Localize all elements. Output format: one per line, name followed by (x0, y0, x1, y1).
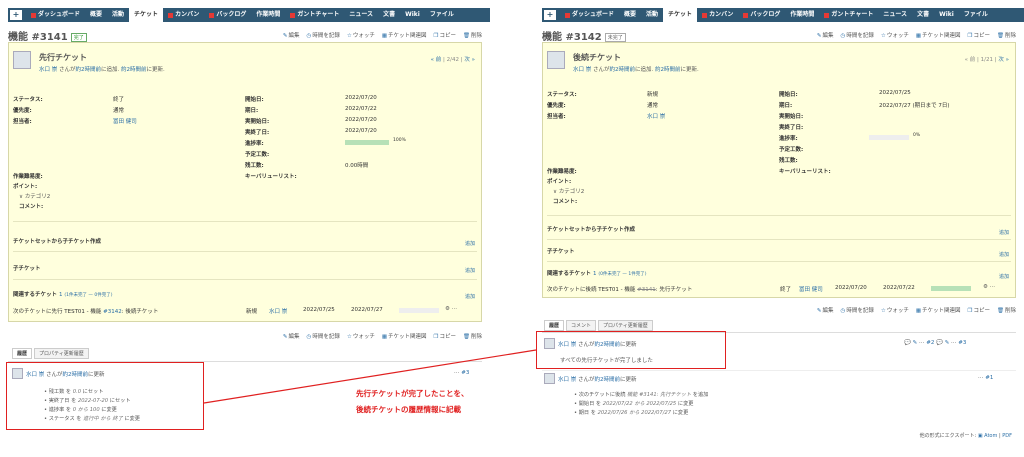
annotation-line-2: 後続チケットの履歴情報に記載 (356, 405, 461, 414)
connector-arrow (203, 349, 537, 404)
annotation-note: 先行チケットが完了したことを、 後続チケットの履歴情報に記載 (356, 386, 469, 418)
annotation-line-1: 先行チケットが完了したことを、 (356, 389, 469, 398)
